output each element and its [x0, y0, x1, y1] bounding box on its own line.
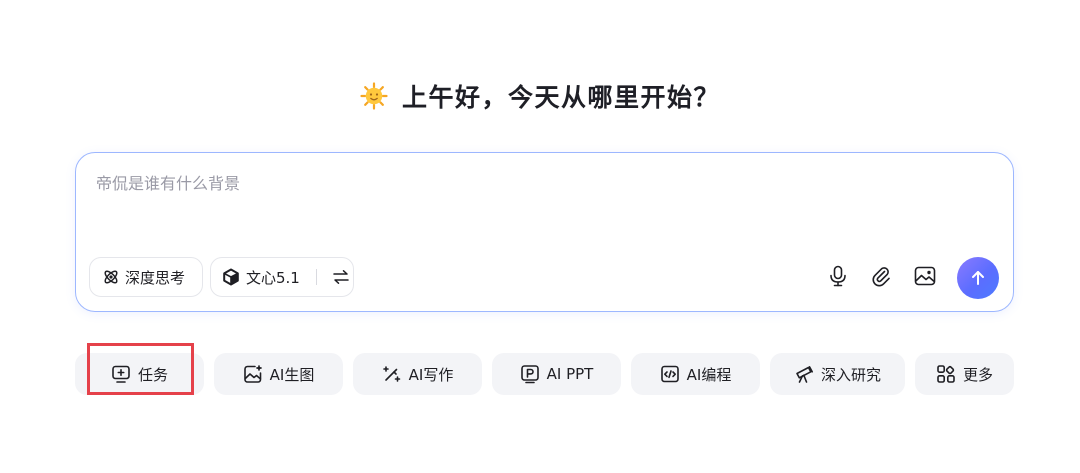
model-selector[interactable]: 文心5.1 — [210, 257, 354, 297]
shortcut-deep-research[interactable]: 深入研究 — [770, 353, 905, 395]
shortcut-bar: 任务 AI生图 AI写作 AI PPT AI编程 深入研究 更多 — [0, 353, 1080, 395]
shortcut-ai-image[interactable]: AI生图 — [214, 353, 343, 395]
shortcut-more[interactable]: 更多 — [915, 353, 1014, 395]
shortcut-label: 深入研究 — [820, 365, 881, 384]
deep-think-label: 深度思考 — [125, 268, 186, 287]
switch-arrows-icon[interactable] — [332, 269, 350, 285]
greeting: 上午好，今天从哪里开始？ — [0, 78, 1080, 114]
chat-input[interactable] — [96, 169, 976, 197]
arrow-up-icon — [972, 271, 984, 285]
shortcut-label: AI编程 — [686, 365, 732, 384]
send-button[interactable] — [957, 257, 999, 299]
chat-composer: 深度思考 文心5.1 — [75, 152, 1014, 312]
pill-divider — [315, 269, 317, 285]
image-generate-icon — [243, 365, 262, 383]
deep-think-toggle[interactable]: 深度思考 — [89, 257, 203, 297]
paperclip-icon — [872, 267, 890, 287]
cube-icon — [223, 268, 239, 286]
code-icon — [660, 365, 679, 383]
voice-input-button[interactable] — [825, 263, 851, 289]
model-label: 文心5.1 — [246, 268, 300, 287]
shortcut-ai-writing[interactable]: AI写作 — [353, 353, 482, 395]
upload-image-button[interactable] — [912, 263, 938, 289]
shortcut-label: AI PPT — [546, 365, 594, 383]
attach-file-button[interactable] — [868, 263, 894, 289]
shortcut-label: 任务 — [137, 365, 168, 384]
magic-pen-icon — [382, 366, 400, 382]
shortcut-ai-ppt[interactable]: AI PPT — [492, 353, 621, 395]
shortcut-label: AI写作 — [408, 365, 454, 384]
shortcut-label: AI生图 — [269, 365, 315, 384]
image-icon — [914, 266, 936, 286]
greeting-text: 上午好，今天从哪里开始？ — [401, 83, 720, 112]
shortcut-task[interactable]: 任务 — [75, 353, 204, 395]
microphone-icon — [830, 265, 846, 287]
sun-emoji-icon — [360, 82, 388, 110]
telescope-icon — [796, 365, 813, 383]
task-icon — [112, 365, 130, 383]
shortcut-ai-coding[interactable]: AI编程 — [631, 353, 760, 395]
shortcut-label: 更多 — [962, 365, 993, 384]
apps-grid-icon — [937, 365, 955, 383]
ppt-icon — [520, 365, 539, 384]
atom-icon — [104, 270, 118, 284]
